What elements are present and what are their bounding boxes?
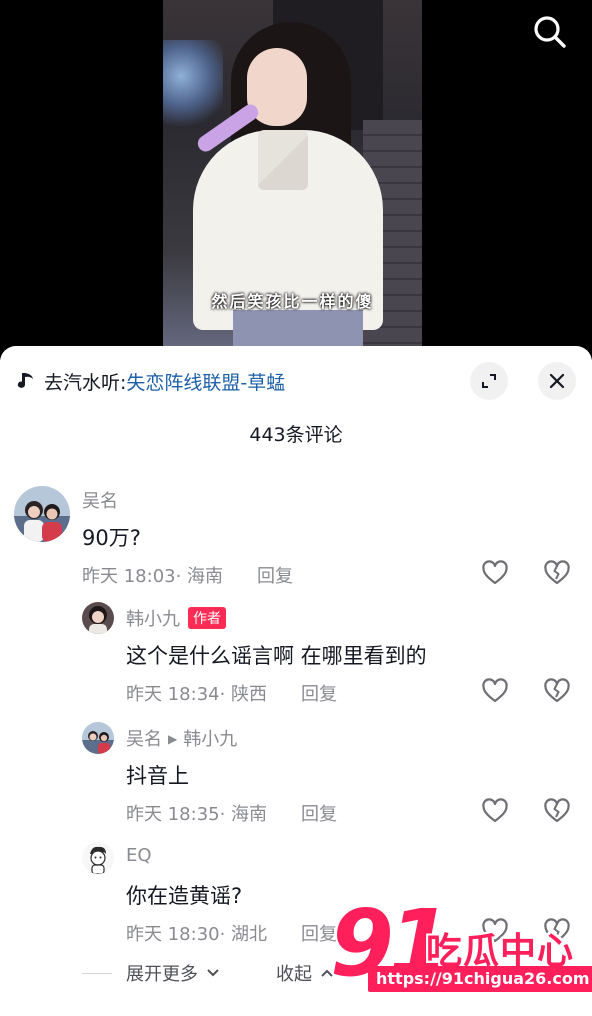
- author-name[interactable]: 吴名: [126, 729, 162, 750]
- collapse-label: 收起: [276, 964, 312, 985]
- reply-button[interactable]: 回复: [301, 680, 337, 706]
- comment-reply-item: 吴名 ▶ 韩小九 抖音上 昨天 18:35· 海南 回复: [0, 722, 592, 832]
- avatar[interactable]: [14, 486, 70, 542]
- broken-heart-icon[interactable]: [543, 677, 571, 705]
- reply-arrow-icon: ▶: [168, 732, 178, 746]
- reply-button[interactable]: 回复: [257, 562, 293, 588]
- comment-meta: 昨天 18:35· 海南: [126, 804, 268, 825]
- music-prefix: 去汽水听:: [44, 371, 127, 394]
- broken-heart-icon[interactable]: [543, 559, 571, 587]
- close-button[interactable]: [538, 362, 576, 400]
- reply-button[interactable]: 回复: [301, 800, 337, 826]
- comment-item: 吴名 90万? 昨天 18:03· 海南 回复: [0, 484, 592, 594]
- watermark-logo: 91 吃瓜中心 https://91chigua26.com: [330, 890, 592, 1016]
- comment-text: 你在造黄谣?: [126, 884, 243, 908]
- comment-author[interactable]: 吴名: [82, 487, 118, 513]
- comment-text: 这个是什么谣言啊 在哪里看到的: [126, 644, 427, 668]
- expand-more-label: 展开更多: [126, 964, 198, 985]
- comment-text: 抖音上: [126, 764, 189, 788]
- music-song-title[interactable]: 失恋阵线联盟-草蜢: [126, 368, 285, 395]
- video-subtitle: 然后笑孩比一样的傻: [211, 292, 374, 311]
- singer-collar: [258, 130, 308, 190]
- expand-more-replies[interactable]: 展开更多: [126, 960, 220, 986]
- avatar[interactable]: [82, 722, 114, 754]
- comment-author: 韩小九 作者: [126, 605, 226, 631]
- broken-heart-icon[interactable]: [543, 797, 571, 825]
- close-icon: [549, 373, 565, 389]
- author-name[interactable]: 韩小九: [126, 609, 180, 630]
- heart-icon[interactable]: [481, 559, 509, 587]
- search-button[interactable]: [530, 12, 570, 52]
- video-frame[interactable]: 然后笑孩比一样的傻: [163, 0, 422, 360]
- comment-reply-item: 韩小九 作者 这个是什么谣言啊 在哪里看到的 昨天 18:34· 陕西 回复: [0, 602, 592, 712]
- divider: [82, 973, 112, 974]
- avatar[interactable]: [82, 602, 114, 634]
- avatar[interactable]: [82, 842, 114, 874]
- video-player[interactable]: 然后笑孩比一样的傻: [0, 0, 592, 360]
- watermark-url: https://91chigua26.com: [368, 966, 592, 992]
- expand-icon: [482, 374, 496, 388]
- heart-icon[interactable]: [481, 677, 509, 705]
- comment-count: 443条评论: [249, 424, 343, 446]
- music-note-icon: [17, 373, 33, 388]
- comment-meta: 昨天 18:34· 陕西: [126, 684, 268, 705]
- author-badge: 作者: [188, 607, 226, 629]
- music-link[interactable]: 去汽水听: 失恋阵线联盟-草蜢: [16, 366, 285, 396]
- chevron-down-icon: [207, 969, 219, 977]
- comment-author: 吴名 ▶ 韩小九: [126, 725, 237, 751]
- collapse-replies[interactable]: 收起: [276, 960, 334, 986]
- comment-author[interactable]: EQ: [126, 845, 152, 866]
- expand-button[interactable]: [470, 362, 508, 400]
- reply-to-name[interactable]: 韩小九: [183, 729, 237, 750]
- search-icon: [534, 16, 566, 48]
- comment-meta: 昨天 18:03· 海南: [82, 566, 224, 587]
- heart-icon[interactable]: [481, 797, 509, 825]
- comment-meta: 昨天 18:30· 湖北: [126, 924, 268, 945]
- comment-text: 90万?: [82, 526, 141, 550]
- video-light: [163, 40, 223, 130]
